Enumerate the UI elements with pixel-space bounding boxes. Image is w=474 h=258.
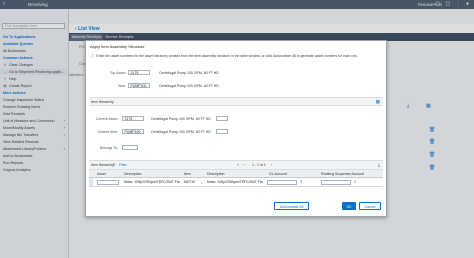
- col-item[interactable]: Item: [184, 172, 191, 176]
- dialog-info: ⓘ Enter the asset numbers for the asset h…: [91, 53, 381, 58]
- first-page-icon[interactable]: «: [237, 163, 239, 167]
- item-label: Item:: [118, 84, 126, 88]
- search-icon[interactable]: ⌕: [300, 179, 303, 184]
- col-rotating-suspense-account[interactable]: Rotating Suspense Account: [321, 172, 364, 176]
- apply-item-assembly-dialog: Apply Item Assembly Structure ⓘ Enter the…: [85, 40, 387, 217]
- current-item-field[interactable]: PUMP100: [122, 129, 144, 134]
- item-hierarchy-grid-toolbar: Item Hierarchy ⊽ Filter « ‹ 1 - 1 of 1 ›…: [89, 160, 383, 170]
- item-field[interactable]: PUMP100: [128, 83, 150, 88]
- current-asset-description: Centrifugal Pump 100 GPM, 60 FT HD: [151, 117, 211, 121]
- grid-title: Item Hierarchy: [91, 162, 114, 167]
- col-asset[interactable]: Asset: [97, 172, 106, 176]
- table-settings-icon[interactable]: ▦: [376, 99, 380, 105]
- item-hierarchy-section: Item Hierarchy ▦: [89, 97, 383, 106]
- current-asset-desc-end[interactable]: [216, 116, 228, 121]
- belongs-to-label: Belongs To:: [99, 146, 118, 150]
- col-item-description[interactable]: Description: [207, 172, 225, 176]
- cancel-button[interactable]: Cancel: [359, 202, 381, 210]
- gl-account-input[interactable]: [267, 179, 297, 185]
- top-asset-field[interactable]: 2175: [128, 70, 150, 75]
- current-item-label: Current Item:: [97, 130, 118, 134]
- filter-button[interactable]: Filter: [119, 163, 127, 167]
- search-icon[interactable]: ⌕: [354, 179, 357, 184]
- row-item-description: Motor, 10Hp/3750rpm/TEFC/254T Fra: [207, 180, 263, 184]
- grid-header: Asset Description Item Description GL Ac…: [89, 170, 383, 178]
- autonumber-all-button[interactable]: Autonumber All: [274, 202, 309, 210]
- current-asset-label: Current Asset:: [95, 117, 118, 121]
- current-item-desc-end[interactable]: [216, 129, 228, 134]
- prev-page-icon[interactable]: ‹: [244, 163, 245, 167]
- col-description[interactable]: Description: [124, 172, 142, 176]
- current-asset-field[interactable]: 2175: [122, 116, 144, 121]
- belongs-to-field[interactable]: [122, 145, 138, 150]
- download-icon[interactable]: ⤓: [378, 162, 380, 167]
- col-gl-account[interactable]: GL Account: [269, 172, 287, 176]
- next-page-icon[interactable]: ›: [271, 163, 272, 167]
- info-icon: ⓘ: [91, 54, 95, 58]
- filter-icon[interactable]: ⊽: [113, 163, 116, 167]
- item-hierarchy-label: Item Hierarchy: [91, 99, 114, 104]
- table-row[interactable]: Motor, 10Hp/3750rpm/TEFC/254T Fra MOT10 …: [89, 178, 383, 187]
- top-asset-description: Centrifugal Pump 100 GPM, 60 FT HD: [159, 71, 219, 75]
- dialog-title: Apply Item Assembly Structure: [90, 44, 145, 49]
- row-description: Motor, 10Hp/3750rpm/TEFC/254T Fra: [124, 180, 180, 184]
- item-description: Centrifugal Pump 100 GPM, 60 FT HD: [159, 84, 219, 88]
- row-select[interactable]: [89, 178, 93, 186]
- pager-text: 1 - 1 of 1: [252, 162, 266, 167]
- asset-cell-input[interactable]: [97, 179, 119, 185]
- current-item-description: Centrifugal Pump 100 GPM, 60 FT HD: [151, 130, 211, 134]
- ok-button[interactable]: OK: [342, 202, 356, 210]
- row-item: MOT10: [184, 180, 195, 184]
- rotating-suspense-input[interactable]: [321, 179, 351, 185]
- go-to-item-icon[interactable]: ›: [201, 180, 202, 185]
- top-asset-label: Top Asset:: [109, 71, 126, 75]
- info-text: Enter the asset numbers for the asset hi…: [96, 54, 358, 58]
